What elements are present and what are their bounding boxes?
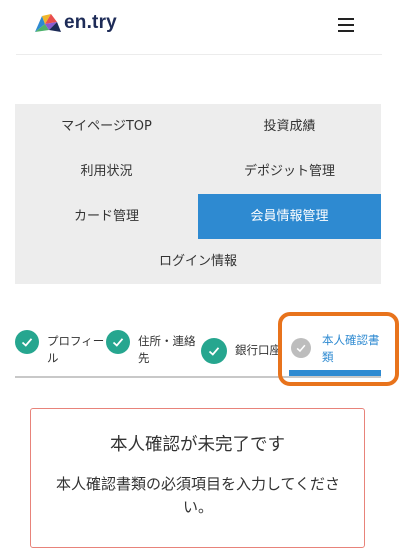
alert-message: 本人確認書類の必須項目を入力してください。 bbox=[55, 475, 341, 516]
logo-text: en.try bbox=[64, 12, 117, 33]
step-label: プロフィー ル bbox=[47, 334, 105, 365]
step-address-contact[interactable]: 住所・連絡 先 bbox=[106, 330, 196, 367]
nav-item-card-management[interactable]: カード管理 bbox=[15, 194, 198, 239]
step-profile[interactable]: プロフィー ル bbox=[15, 330, 104, 367]
verification-alert: 本人確認が未完了です 本人確認書類の必須項目を入力してください。 bbox=[30, 408, 365, 548]
current-step-highlight bbox=[278, 312, 399, 386]
entry-logo-icon bbox=[35, 14, 61, 32]
mypage-nav: マイページTOP 投資成績 利用状況 デポジット管理 カード管理 会員情報管理 … bbox=[15, 104, 381, 284]
logo[interactable]: en.try bbox=[33, 12, 117, 34]
header-divider bbox=[16, 54, 382, 55]
alert-title: 本人確認が未完了です bbox=[110, 435, 285, 455]
nav-item-investment-results[interactable]: 投資成績 bbox=[198, 104, 381, 149]
nav-item-usage-status[interactable]: 利用状況 bbox=[15, 149, 198, 194]
header: en.try bbox=[0, 0, 412, 54]
step-bank-account[interactable]: 銀行口座 bbox=[201, 330, 281, 364]
nav-item-mypage-top[interactable]: マイページTOP bbox=[15, 104, 198, 149]
nav-item-login-info[interactable]: ログイン情報 bbox=[15, 239, 381, 284]
nav-item-deposit-management[interactable]: デポジット管理 bbox=[198, 149, 381, 194]
check-icon bbox=[201, 338, 227, 364]
step-label: 銀行口座 bbox=[235, 343, 281, 357]
check-icon bbox=[106, 330, 130, 354]
hamburger-menu-icon[interactable] bbox=[336, 17, 356, 33]
step-label: 住所・連絡 先 bbox=[138, 334, 196, 365]
check-icon bbox=[15, 330, 39, 354]
nav-item-member-info[interactable]: 会員情報管理 bbox=[198, 194, 381, 239]
